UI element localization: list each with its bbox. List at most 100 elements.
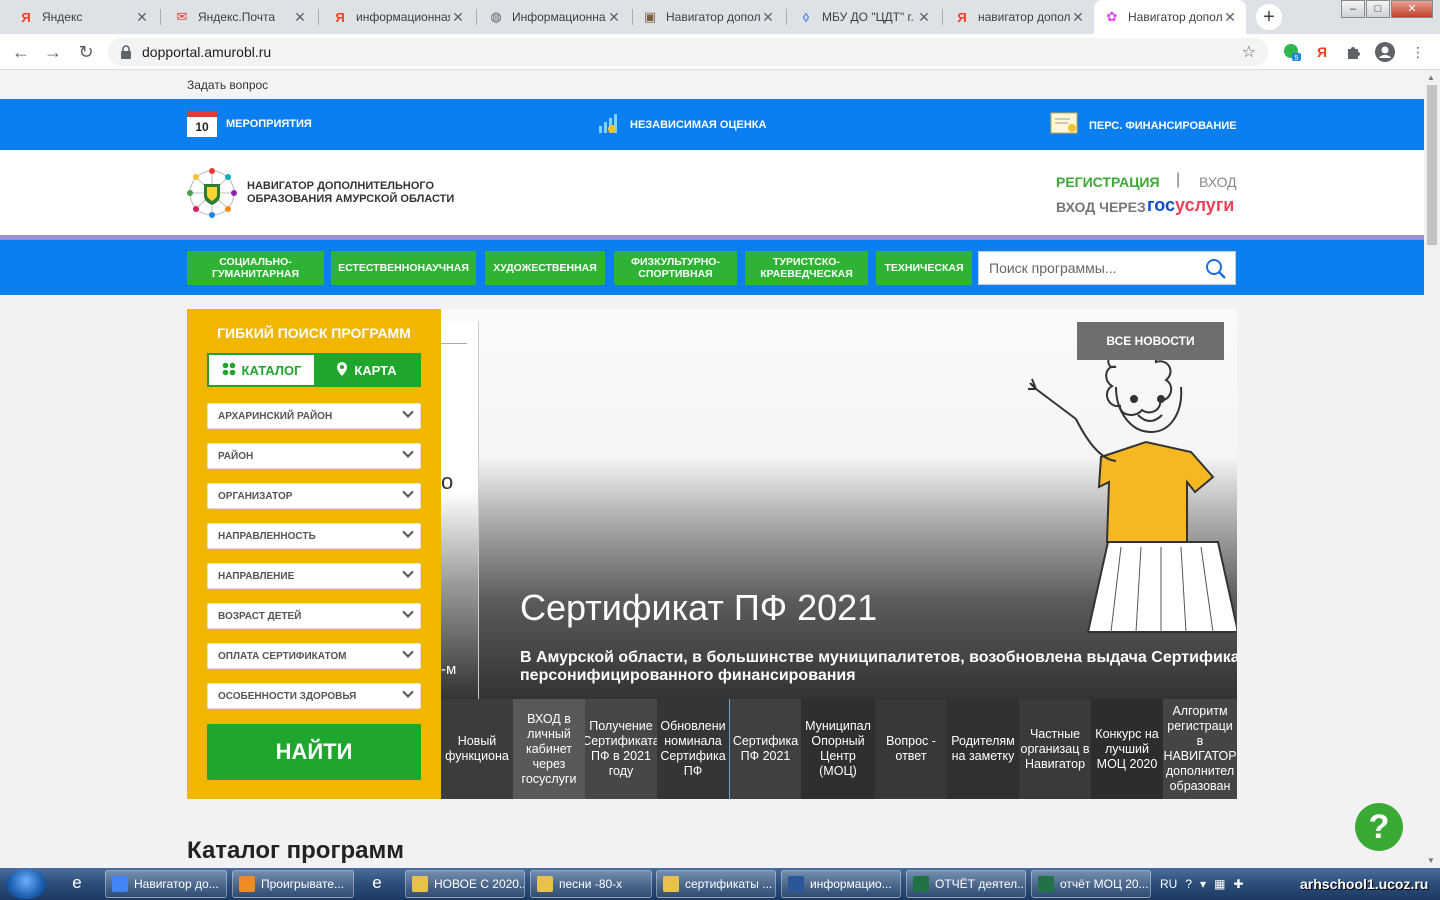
chevron-down-icon — [402, 406, 414, 418]
taskbar-button[interactable]: песни -80-х — [530, 870, 652, 898]
catalog-toggle-button[interactable]: КАТАЛОГ — [209, 355, 314, 385]
login-link[interactable]: ВХОД — [1199, 174, 1237, 190]
ie-icon[interactable]: e — [66, 873, 88, 895]
health-features-select[interactable]: ОСОБЕННОСТИ ЗДОРОВЬЯ — [207, 683, 421, 709]
help-tray-icon[interactable]: ? — [1185, 877, 1192, 891]
browser-tab[interactable]: ▣ Навигатор допол ✕ — [632, 0, 784, 34]
news-slider[interactable]: о -м ВСЕ НОВОСТИ Сертификат ПФ 2021 В Ам… — [441, 309, 1237, 699]
find-button[interactable]: НАЙТИ — [207, 724, 421, 780]
news-thumb[interactable]: Получение Сертификата ПФ в 2021 году — [585, 699, 657, 799]
financing-link[interactable]: ПЕРС. ФИНАНСИРОВАНИЕ — [1050, 111, 1237, 140]
tab-close-icon[interactable]: ✕ — [760, 9, 776, 26]
assessment-link[interactable]: НЕЗАВИСИМАЯ ОЦЕНКА — [597, 111, 766, 138]
news-thumb[interactable]: Новый функциона — [441, 699, 513, 799]
certificate-payment-select[interactable]: ОПЛАТА СЕРТИФИКАТОМ — [207, 643, 421, 669]
browser-menu-icon[interactable]: ⋮ — [1408, 42, 1428, 62]
yandex-extension-icon[interactable]: Я — [1312, 42, 1332, 62]
profile-avatar-icon[interactable] — [1375, 42, 1395, 62]
news-thumb[interactable]: Обновлени номинала Сертифика ПФ — [657, 699, 729, 799]
back-arrow-icon[interactable]: ← — [10, 41, 32, 63]
puzzle-icon[interactable] — [1344, 42, 1364, 62]
all-news-button[interactable]: ВСЕ НОВОСТИ — [1077, 322, 1224, 360]
browser-toolbar: ← → ↻ dopportal.amurobl.ru ☆ 5 Я ⋮ — [0, 34, 1440, 70]
direction-select[interactable]: НАПРАВЛЕНИЕ — [207, 563, 421, 589]
maximize-button[interactable]: □ — [1366, 0, 1390, 18]
tab-close-icon[interactable]: ✕ — [450, 9, 466, 26]
close-window-button[interactable]: ✕ — [1391, 0, 1433, 18]
news-thumb[interactable]: Родителям на заметку — [947, 699, 1019, 799]
help-button[interactable]: ? — [1355, 803, 1403, 851]
category-sports[interactable]: ФИЗКУЛЬТУРНО- СПОРТИВНАЯ — [614, 251, 737, 285]
category-social-humanitarian[interactable]: СОЦИАЛЬНО- ГУМАНИТАРНАЯ — [187, 251, 324, 285]
start-button[interactable] — [6, 869, 46, 899]
previous-slide-preview[interactable]: о -м — [441, 321, 479, 699]
page-scrollbar[interactable]: ▲ ▼ — [1424, 71, 1440, 868]
scroll-thumb[interactable] — [1427, 85, 1437, 245]
taskbar-button[interactable]: Проигрывате... — [232, 870, 354, 898]
logo-line-2: ОБРАЗОВАНИЯ АМУРСКОЙ ОБЛАСТИ — [247, 193, 455, 205]
news-thumb[interactable]: Алгоритм регистраци в НАВИГАТОР дополнит… — [1163, 699, 1237, 799]
child-age-select[interactable]: ВОЗРАСТ ДЕТЕЙ — [207, 603, 421, 629]
ie-icon[interactable]: e — [366, 873, 388, 895]
taskbar-button[interactable]: ОТЧЁТ деятел... — [906, 870, 1026, 898]
language-indicator[interactable]: RU — [1160, 877, 1177, 891]
events-link[interactable]: 10 МЕРОПРИЯТИЯ — [187, 111, 312, 137]
category-tourism[interactable]: ТУРИСТСКО- КРАЕВЕДЧЕСКАЯ — [745, 251, 868, 285]
news-thumb[interactable]: ВХОД в личный кабинет через госуслуги — [513, 699, 585, 799]
tab-close-icon[interactable]: ✕ — [134, 9, 150, 26]
tray-arrow-icon[interactable]: ▾ — [1200, 877, 1206, 891]
ask-question-link[interactable]: Задать вопрос — [187, 78, 268, 92]
extension-icon[interactable]: 5 — [1282, 42, 1302, 62]
tab-close-icon[interactable]: ✕ — [916, 9, 932, 26]
browser-tab[interactable]: Я Яндекс ✕ — [8, 0, 158, 34]
category-artistic[interactable]: ХУДОЖЕСТВЕННАЯ — [485, 251, 605, 285]
taskbar-button[interactable]: информацио... — [781, 870, 901, 898]
district-select[interactable]: РАЙОН — [207, 443, 421, 469]
browser-tab-active[interactable]: ✿ Навигатор допол ✕ — [1094, 0, 1246, 34]
scroll-down-icon[interactable]: ▼ — [1427, 856, 1435, 865]
gosuslugi-login-label[interactable]: ВХОД ЧЕРЕЗ — [1056, 199, 1146, 215]
address-bar[interactable]: dopportal.amurobl.ru ☆ — [108, 38, 1268, 66]
new-tab-button[interactable]: + — [1256, 4, 1282, 30]
taskbar-button[interactable]: отчёт МОЦ 20... — [1031, 870, 1151, 898]
browser-tab[interactable]: ✉ Яндекс.Почта ✕ — [164, 0, 316, 34]
slide-title[interactable]: Сертификат ПФ 2021 — [520, 587, 877, 629]
browser-tab[interactable]: ◍ Информационная ✕ — [478, 0, 630, 34]
tab-close-icon[interactable]: ✕ — [292, 9, 308, 26]
register-link[interactable]: РЕГИСТРАЦИЯ — [1056, 174, 1160, 190]
municipality-select[interactable]: АРХАРИНСКИЙ РАЙОН — [207, 403, 421, 429]
browser-tab[interactable]: ◊ МБУ ДО "ЦДТ" г. ✕ — [788, 0, 940, 34]
taskbar-button[interactable]: НОВОЕ С 2020... — [405, 870, 525, 898]
forward-arrow-icon[interactable]: → — [42, 41, 64, 63]
category-natural-science[interactable]: ЕСТЕСТВЕННОНАУЧНАЯ — [331, 251, 476, 285]
scroll-up-icon[interactable]: ▲ — [1427, 73, 1435, 82]
network-icon[interactable]: ▦ — [1214, 877, 1225, 891]
taskbar-button[interactable]: Навигатор до... — [105, 870, 227, 898]
news-thumb[interactable]: Муниципал Опорный Центр (МОЦ) — [801, 699, 875, 799]
reload-icon[interactable]: ↻ — [75, 41, 97, 63]
focus-select[interactable]: НАПРАВЛЕННОСТЬ — [207, 523, 421, 549]
news-thumb[interactable]: Частные организац в Навигатор — [1019, 699, 1091, 799]
bookmark-star-icon[interactable]: ☆ — [1242, 42, 1256, 62]
news-thumb[interactable]: Конкурс на лучший МОЦ 2020 — [1091, 699, 1163, 799]
tab-close-icon[interactable]: ✕ — [1070, 9, 1086, 26]
news-thumb[interactable]: Сертифика ПФ 2021 — [729, 699, 801, 799]
tab-close-icon[interactable]: ✕ — [1222, 9, 1238, 26]
news-thumb-label: Муниципал Опорный Центр (МОЦ) — [805, 719, 871, 778]
news-thumb[interactable]: Вопрос - ответ — [875, 699, 947, 799]
organizer-select[interactable]: ОРГАНИЗАТОР — [207, 483, 421, 509]
site-logo-icon[interactable] — [187, 168, 237, 218]
gosuslugi-logo[interactable]: госуслуги — [1147, 195, 1234, 216]
minimize-button[interactable]: – — [1341, 0, 1365, 18]
site-logo-text[interactable]: НАВИГАТОР ДОПОЛНИТЕЛЬНОГО ОБРАЗОВАНИЯ АМ… — [247, 180, 454, 206]
program-search-input[interactable]: Поиск программы... — [978, 251, 1236, 285]
browser-tab[interactable]: Я информационная ✕ — [322, 0, 474, 34]
search-icon[interactable] — [1205, 258, 1227, 283]
sync-tray-icon[interactable]: ✚ — [1233, 877, 1243, 891]
taskbar-button[interactable]: сертификаты ... — [656, 870, 776, 898]
taskbar-label: сертификаты ... — [685, 877, 773, 891]
category-technical[interactable]: ТЕХНИЧЕСКАЯ — [876, 251, 972, 285]
map-toggle-button[interactable]: КАРТА — [314, 355, 419, 385]
browser-tab[interactable]: Я навигатор допол ✕ — [944, 0, 1094, 34]
tab-close-icon[interactable]: ✕ — [606, 9, 622, 26]
